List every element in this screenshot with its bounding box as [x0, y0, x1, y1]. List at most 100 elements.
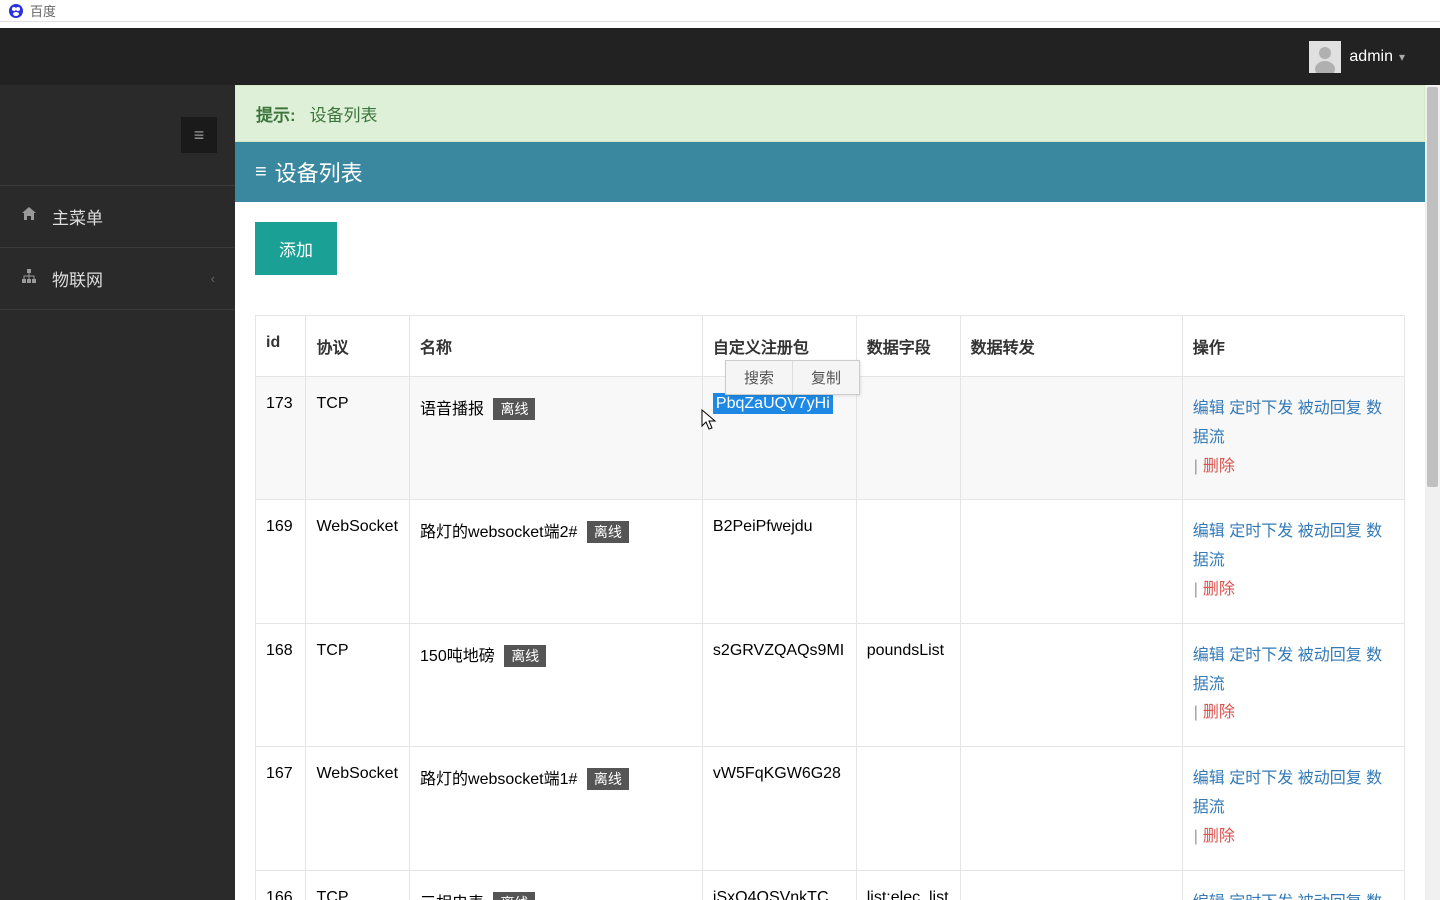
cell-protocol: TCP	[306, 870, 410, 900]
action-edit[interactable]: 编辑	[1193, 770, 1225, 787]
cell-protocol: WebSocket	[306, 747, 410, 870]
col-action: 操作	[1182, 316, 1404, 377]
sidebar-item-main[interactable]: 主菜单	[0, 185, 235, 248]
action-edit[interactable]: 编辑	[1193, 523, 1225, 540]
status-badge: 离线	[587, 768, 629, 790]
sidebar: ≡ 主菜单 物联网 ‹	[0, 85, 235, 900]
context-menu: 搜索 复制	[725, 360, 860, 395]
table-row: 167 WebSocket 路灯的websocket端1# 离线 vW5FqKG…	[256, 747, 1405, 870]
cell-reg: vW5FqKGW6G28	[702, 747, 856, 870]
action-delete[interactable]: 删除	[1203, 458, 1235, 475]
cell-field: poundsList	[856, 623, 960, 746]
table-row: 173 TCP 语音播报 离线 PbqZaUQV7yHi 编辑 定时下发 被动回…	[256, 377, 1405, 500]
cell-name: 150吨地磅 离线	[410, 623, 703, 746]
cell-actions: 编辑 定时下发 被动回复 数据流 |删除	[1182, 623, 1404, 746]
action-delete[interactable]: 删除	[1203, 704, 1235, 721]
context-menu-copy[interactable]: 复制	[793, 361, 859, 394]
action-timed[interactable]: 定时下发	[1229, 770, 1293, 787]
cell-field	[856, 747, 960, 870]
main-content: 提示: 设备列表 ≡ 设备列表 添加 id 协议 名称 自定义注册包 数据字段	[235, 85, 1440, 900]
action-delete[interactable]: 删除	[1203, 581, 1235, 598]
cell-field	[856, 500, 960, 623]
action-passive[interactable]: 被动回复	[1298, 523, 1362, 540]
cell-id: 166	[256, 870, 306, 900]
cell-field	[856, 377, 960, 500]
action-timed[interactable]: 定时下发	[1229, 523, 1293, 540]
table-row: 169 WebSocket 路灯的websocket端2# 离线 B2PeiPf…	[256, 500, 1405, 623]
device-table: id 协议 名称 自定义注册包 数据字段 数据转发 操作 173 TCP 语音播…	[255, 315, 1405, 900]
col-forward: 数据转发	[960, 316, 1182, 377]
col-name: 名称	[410, 316, 703, 377]
separator: |	[1194, 704, 1198, 721]
cell-forward	[960, 377, 1182, 500]
action-delete[interactable]: 删除	[1203, 828, 1235, 845]
browser-tab-bar: 百度	[0, 0, 1440, 22]
add-button[interactable]: 添加	[255, 222, 337, 275]
list-icon: ≡	[255, 161, 267, 184]
cell-name: 三相电表 离线	[410, 870, 703, 900]
col-id: id	[256, 316, 306, 377]
cell-name: 路灯的websocket端1# 离线	[410, 747, 703, 870]
action-passive[interactable]: 被动回复	[1298, 894, 1362, 900]
action-passive[interactable]: 被动回复	[1298, 400, 1362, 417]
action-passive[interactable]: 被动回复	[1298, 647, 1362, 664]
scrollbar[interactable]	[1425, 85, 1440, 900]
cell-reg: PbqZaUQV7yHi	[702, 377, 856, 500]
col-protocol: 协议	[306, 316, 410, 377]
favicon	[8, 3, 24, 19]
cell-protocol: WebSocket	[306, 500, 410, 623]
sidebar-item-iot[interactable]: 物联网 ‹	[0, 248, 235, 310]
action-timed[interactable]: 定时下发	[1229, 894, 1293, 900]
separator: |	[1194, 828, 1198, 845]
col-field: 数据字段	[856, 316, 960, 377]
cell-reg: iSxO4QSVnkTC	[702, 870, 856, 900]
cell-id: 167	[256, 747, 306, 870]
action-edit[interactable]: 编辑	[1193, 647, 1225, 664]
cell-actions: 编辑 定时下发 被动回复 数据流 |删除	[1182, 377, 1404, 500]
separator: |	[1194, 581, 1198, 598]
content-area: 添加 id 协议 名称 自定义注册包 数据字段 数据转发 操作	[235, 202, 1425, 900]
cell-forward	[960, 747, 1182, 870]
cell-name: 语音播报 离线	[410, 377, 703, 500]
cell-forward	[960, 623, 1182, 746]
status-badge: 离线	[493, 398, 535, 420]
cell-protocol: TCP	[306, 377, 410, 500]
sitemap-icon	[20, 268, 38, 289]
cell-reg: s2GRVZQAQs9MI	[702, 623, 856, 746]
cell-id: 173	[256, 377, 306, 500]
page-header: ≡ 设备列表	[235, 142, 1425, 202]
cell-actions: 编辑 定时下发 被动回复 数据流 |删除	[1182, 747, 1404, 870]
separator: |	[1194, 458, 1198, 475]
username-label[interactable]: admin	[1349, 48, 1393, 66]
chevron-left-icon: ‹	[211, 271, 215, 286]
action-edit[interactable]: 编辑	[1193, 400, 1225, 417]
reg-value[interactable]: iSxO4QSVnkTC	[713, 889, 829, 900]
cell-actions: 编辑 定时下发 被动回复 数据流 |删除	[1182, 870, 1404, 900]
reg-value-selected[interactable]: PbqZaUQV7yHi	[713, 393, 833, 414]
table-row: 168 TCP 150吨地磅 离线 s2GRVZQAQs9MI poundsLi…	[256, 623, 1405, 746]
cell-reg: B2PeiPfwejdu	[702, 500, 856, 623]
action-passive[interactable]: 被动回复	[1298, 770, 1362, 787]
status-badge: 离线	[587, 521, 629, 543]
cell-protocol: TCP	[306, 623, 410, 746]
action-timed[interactable]: 定时下发	[1229, 400, 1293, 417]
reg-value[interactable]: B2PeiPfwejdu	[713, 518, 813, 535]
cell-name: 路灯的websocket端2# 离线	[410, 500, 703, 623]
reg-value[interactable]: vW5FqKGW6G28	[713, 765, 841, 782]
sidebar-toggle-button[interactable]: ≡	[181, 117, 217, 153]
cell-id: 168	[256, 623, 306, 746]
chevron-down-icon[interactable]: ▾	[1399, 50, 1405, 64]
cell-forward	[960, 500, 1182, 623]
reg-value[interactable]: s2GRVZQAQs9MI	[713, 642, 844, 659]
top-bar: admin ▾	[0, 28, 1440, 85]
scrollbar-thumb[interactable]	[1427, 87, 1438, 487]
status-badge: 离线	[493, 892, 535, 900]
context-menu-search[interactable]: 搜索	[726, 361, 793, 394]
action-timed[interactable]: 定时下发	[1229, 647, 1293, 664]
cell-actions: 编辑 定时下发 被动回复 数据流 |删除	[1182, 500, 1404, 623]
cell-id: 169	[256, 500, 306, 623]
action-edit[interactable]: 编辑	[1193, 894, 1225, 900]
avatar[interactable]	[1309, 41, 1341, 73]
cell-forward	[960, 870, 1182, 900]
tip-banner: 提示: 设备列表	[235, 85, 1425, 142]
